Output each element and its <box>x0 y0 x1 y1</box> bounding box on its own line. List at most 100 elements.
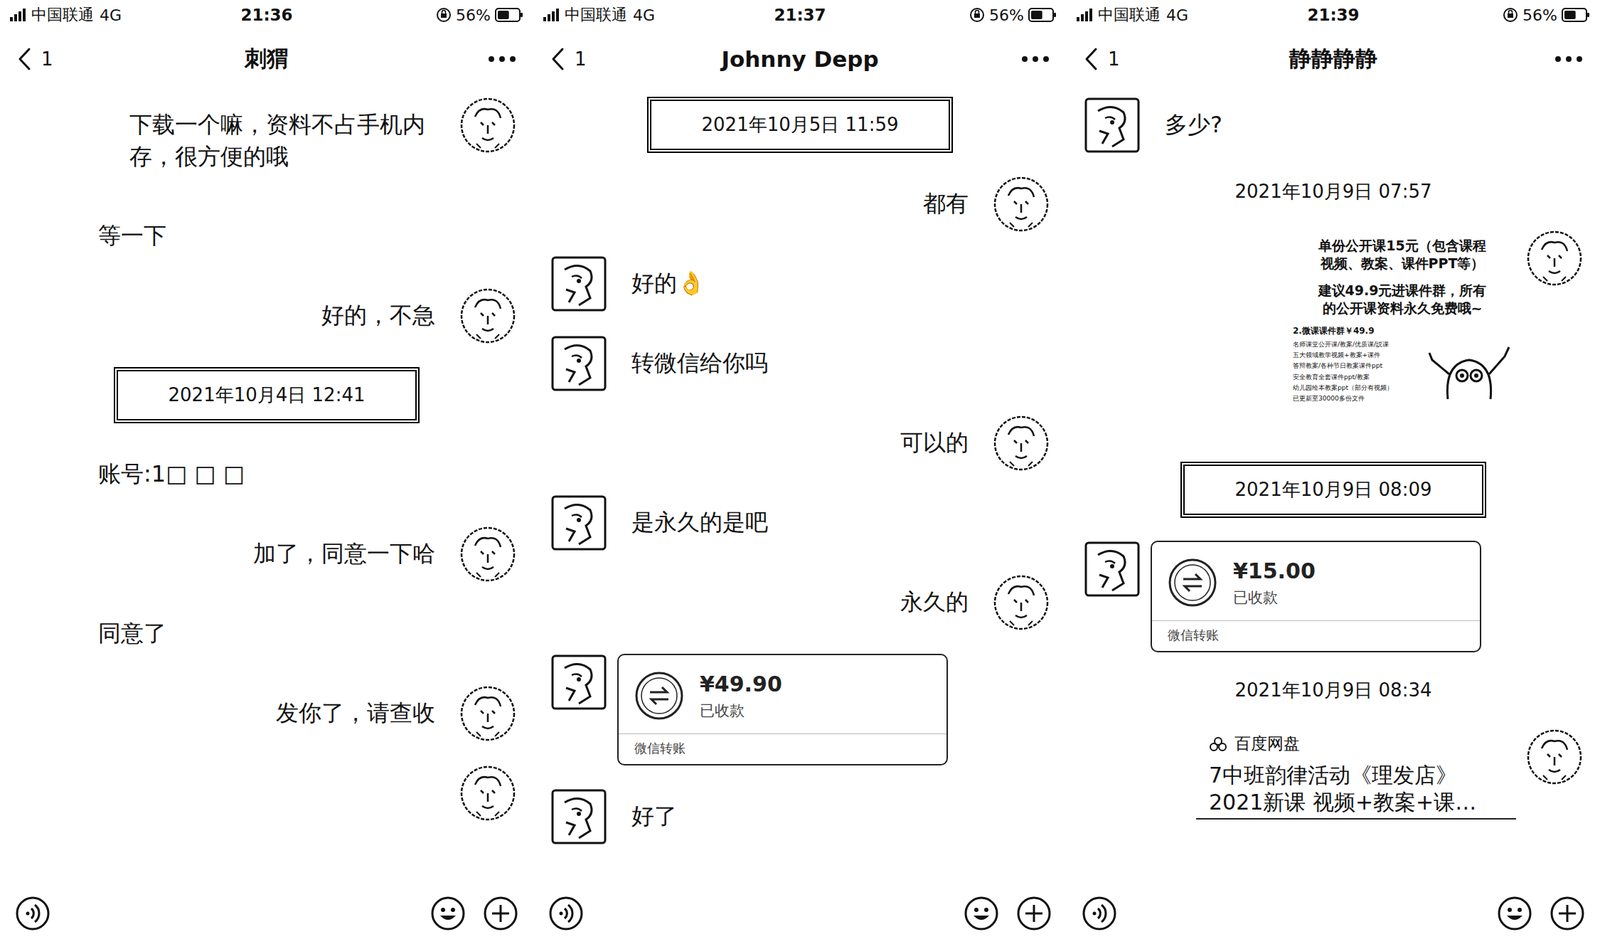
time-row: 2021年10月9日 07:57 <box>1066 176 1600 207</box>
avatar[interactable] <box>1526 229 1583 287</box>
avatar-icon[interactable] <box>992 175 1050 233</box>
avatar[interactable] <box>992 573 1050 631</box>
input-bar <box>533 877 1067 949</box>
more-icon[interactable] <box>1021 55 1050 63</box>
more-button[interactable] <box>402 55 517 63</box>
back-button[interactable]: 1 <box>1083 46 1198 72</box>
avatar[interactable] <box>550 334 608 392</box>
plus-button[interactable] <box>1015 894 1053 932</box>
avatar-icon[interactable] <box>1083 96 1141 154</box>
message-bubble: 加了，同意一下哈 <box>238 525 450 582</box>
plus-button[interactable] <box>1548 894 1586 932</box>
image-list-item: 安全教育全套课件ppt/教案 <box>1292 373 1424 382</box>
voice-button[interactable] <box>1080 894 1118 932</box>
transfer-label: 微信转账 <box>618 733 947 764</box>
message-bubble: 永久的 <box>886 573 983 631</box>
unread-count: 1 <box>574 48 587 70</box>
status-bar: 中国联通4G21:3656% <box>0 0 534 30</box>
emoji-icon <box>1496 895 1533 931</box>
avatar-icon[interactable] <box>550 334 608 392</box>
message-row: 账号:1□ □ □ <box>0 445 534 503</box>
transfer-icon <box>634 670 685 721</box>
avatar[interactable] <box>459 96 517 154</box>
voice-button[interactable] <box>547 894 585 932</box>
back-icon[interactable] <box>1083 46 1098 72</box>
message-bubble: 可以的 <box>886 414 983 471</box>
avatar[interactable] <box>992 414 1050 472</box>
avatar-icon[interactable] <box>992 414 1050 472</box>
avatar[interactable] <box>1083 540 1141 598</box>
transfer-card[interactable]: ¥15.00已收款微信转账 <box>1150 540 1482 653</box>
avatar-icon[interactable] <box>459 764 517 822</box>
voice-icon <box>548 895 584 931</box>
avatar[interactable] <box>550 653 608 711</box>
avatar[interactable] <box>459 287 517 345</box>
more-button[interactable] <box>1469 55 1583 63</box>
avatar-icon[interactable] <box>550 494 608 552</box>
avatar-icon[interactable] <box>1526 229 1583 287</box>
transfer-info: ¥15.00已收款 <box>1233 558 1316 608</box>
chat-title: 刺猬 <box>130 44 403 74</box>
network: 4G <box>1166 6 1189 25</box>
avatar[interactable] <box>459 764 517 822</box>
time-row: 2021年10月9日 08:09 <box>1066 461 1600 518</box>
avatar[interactable] <box>1083 96 1141 154</box>
image-offer: 建议49.9元进课件群，所有的公开课资料永久免费哦~ <box>1318 281 1487 317</box>
link-card[interactable]: 百度网盘7中班韵律活动《理发店》2021新课 视频+教案+课… <box>1196 728 1517 820</box>
more-icon[interactable] <box>487 55 517 63</box>
avatar[interactable] <box>992 175 1050 233</box>
link-title: 7中班韵律活动《理发店》2021新课 视频+教案+课… <box>1208 761 1504 815</box>
transfer-card[interactable]: ¥49.90已收款微信转账 <box>617 653 948 766</box>
chat-header: 1静静静静 <box>1066 29 1600 89</box>
avatar-icon[interactable] <box>550 255 608 313</box>
voice-button[interactable] <box>14 894 52 932</box>
battery-icon <box>494 7 524 23</box>
avatar[interactable] <box>459 684 517 742</box>
avatar-icon[interactable] <box>992 573 1050 631</box>
back-button[interactable]: 1 <box>17 46 131 72</box>
image-message[interactable]: 单份公开课15元（包含课程视频、教案、课件PPT等）建议49.9元进课件群，所有… <box>1288 229 1517 439</box>
clock: 21:36 <box>240 5 293 25</box>
message-bubble: 多少? <box>1150 96 1237 153</box>
avatar-icon[interactable] <box>459 525 517 583</box>
message-row: 多少? <box>1066 96 1600 154</box>
avatar[interactable] <box>550 494 608 552</box>
time-row: 2021年10月5日 11:59 <box>533 96 1067 153</box>
avatar-icon[interactable] <box>459 287 517 345</box>
emoji-button[interactable] <box>962 894 1000 932</box>
avatar[interactable] <box>550 787 608 845</box>
avatar-icon[interactable] <box>1083 540 1141 598</box>
message-bubble: 好的👌 <box>617 255 720 312</box>
avatar[interactable] <box>1526 728 1583 786</box>
emoji-button[interactable] <box>429 894 467 932</box>
message-row: 转微信给你吗 <box>533 334 1067 392</box>
back-icon[interactable] <box>550 46 565 72</box>
message-bubble: 等一下 <box>83 207 181 264</box>
emoji-button[interactable] <box>1496 894 1534 932</box>
avatar[interactable] <box>550 255 608 313</box>
avatar-icon[interactable] <box>550 653 608 711</box>
time-row: 2021年10月9日 08:34 <box>1066 674 1600 706</box>
signal-icon <box>1076 8 1093 22</box>
battery-percent: 56% <box>989 6 1024 25</box>
unread-count: 1 <box>41 48 54 70</box>
image-list: 2.微课课件群￥49.9名师课堂公开课/教案/优质课/説课五大领域教学视频+教案… <box>1292 325 1424 404</box>
back-button[interactable]: 1 <box>550 46 665 72</box>
avatar-icon[interactable] <box>550 787 608 845</box>
message-list: 多少? 2021年10月9日 07:57 单份公开课15元（包含课程视频、教案、课件… <box>1066 88 1600 878</box>
avatar[interactable] <box>459 525 517 583</box>
image-list-item: 名师课堂公开课/教案/优质课/説课 <box>1292 340 1424 349</box>
timestamp: 2021年10月9日 08:09 <box>1180 461 1487 518</box>
avatar-icon[interactable] <box>459 96 517 154</box>
back-icon[interactable] <box>17 46 32 72</box>
more-button[interactable] <box>935 55 1050 63</box>
avatar-icon[interactable] <box>1526 728 1583 786</box>
carrier: 中国联通 <box>564 4 628 26</box>
transfer-status: 已收款 <box>1233 587 1316 608</box>
avatar-icon[interactable] <box>459 684 517 742</box>
plus-button[interactable] <box>482 894 520 932</box>
time-row: 2021年10月4日 12:41 <box>0 366 534 424</box>
more-icon[interactable] <box>1554 55 1583 63</box>
message-row: ¥15.00已收款微信转账 <box>1066 540 1600 653</box>
plus-icon <box>482 895 519 931</box>
